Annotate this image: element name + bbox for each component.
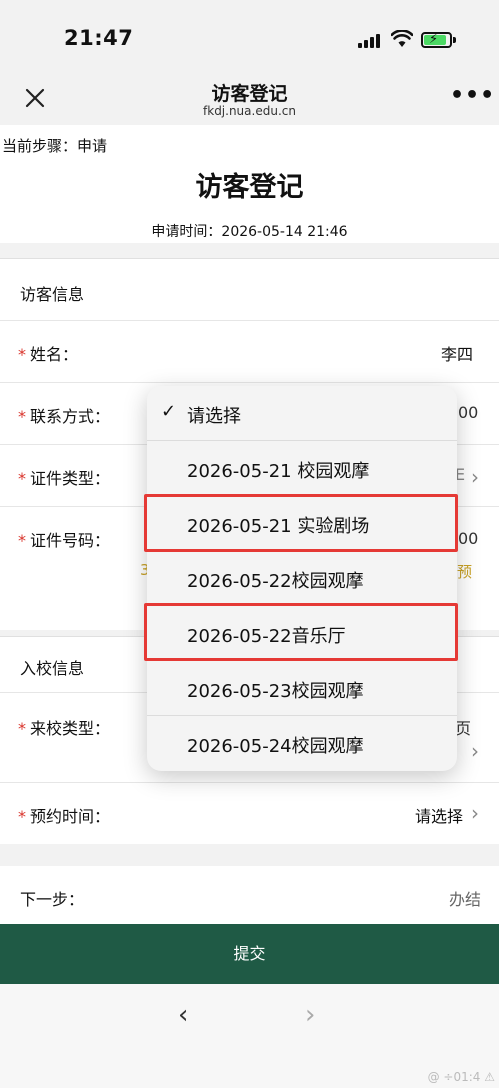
status-time: 21:47 [64, 26, 134, 50]
field-label: * 来校类型： [18, 719, 111, 738]
chevron-right-icon: › [471, 801, 479, 825]
required-mark: * [18, 345, 26, 364]
nav-bar: 访客登记 fkdj.nua.edu.cn ••• [0, 75, 499, 125]
more-options-button[interactable]: ••• [450, 83, 495, 108]
dropdown-option[interactable]: 2026-05-22校园观摩 [147, 551, 457, 606]
wifi-icon [391, 30, 413, 47]
required-mark: * [18, 407, 26, 426]
next-step-value: 办结 [448, 890, 481, 909]
date-dropdown-menu[interactable]: ✓ 请选择 2026-05-21 校园观摩 2026-05-21 实验剧场 20… [147, 386, 457, 771]
section-title: 访客信息 [20, 285, 85, 304]
option-label: 2026-05-23校园观摩 [187, 681, 364, 702]
required-mark: * [18, 469, 26, 488]
option-label: 请选择 [187, 406, 241, 427]
cellular-signal-icon [358, 34, 382, 48]
back-arrow-icon[interactable]: ‹ [178, 1000, 188, 1030]
dropdown-option[interactable]: 2026-05-21 校园观摩 [147, 441, 457, 496]
dropdown-option[interactable]: 2026-05-23校园观摩 [147, 661, 457, 716]
field-label: * 预约时间： [18, 807, 111, 826]
field-label: * 姓名： [18, 345, 79, 364]
nav-url: fkdj.nua.edu.cn [203, 104, 296, 118]
field-reserve-time[interactable]: * 预约时间： 请选择 › [0, 782, 499, 844]
checkmark-icon: ✓ [161, 401, 177, 422]
id-number-note-right: 预 [457, 563, 473, 581]
browser-toolbar: ‹ › @ ÷01:4 ⚠ [0, 984, 499, 1088]
field-label: * 联系方式： [18, 407, 111, 426]
option-label: 2026-05-21 校园观摩 [187, 461, 370, 482]
header-card: 当前步骤：申请 访客登记 申请时间：2026-05-14 21:46 [0, 125, 499, 243]
battery-tip [453, 37, 456, 43]
apply-time: 申请时间：2026-05-14 21:46 [151, 224, 348, 240]
chevron-right-icon: › [471, 739, 479, 763]
required-mark: * [18, 719, 26, 738]
field-label: * 证件号码： [18, 531, 111, 550]
id-number-value-peek: 00 [458, 529, 479, 548]
dropdown-option-placeholder[interactable]: ✓ 请选择 [147, 386, 457, 441]
current-step: 当前步骤：申请 [2, 137, 108, 155]
page-title: 访客登记 [195, 172, 304, 203]
visit-type-value-peek: 页 [455, 719, 472, 738]
field-label: * 证件类型： [18, 469, 111, 488]
watermark: @ ÷01:4 ⚠ [427, 1070, 495, 1084]
chevron-right-icon: › [471, 465, 479, 489]
reserve-time-value: 请选择 [414, 807, 463, 826]
next-step-label: 下一步： [20, 890, 85, 909]
option-label: 2026-05-24校园观摩 [187, 736, 364, 757]
required-mark: * [18, 531, 26, 550]
battery-icon: ⚡ [421, 32, 452, 48]
section-title: 入校信息 [20, 659, 85, 678]
option-label: 2026-05-22校园观摩 [187, 571, 364, 592]
highlight-box-concert-hall [144, 603, 458, 661]
name-value: 李四 [440, 345, 473, 364]
field-name[interactable]: * 姓名： 李四 [0, 320, 499, 382]
submit-button[interactable]: 提交 [0, 924, 499, 984]
section-visitor-info: 访客信息 [0, 258, 499, 320]
next-step-row: 下一步： 办结 [0, 866, 499, 926]
dropdown-option[interactable]: 2026-05-24校园观摩 [147, 716, 457, 771]
forward-arrow-icon[interactable]: › [305, 1000, 315, 1030]
contact-value-peek: 00 [458, 403, 479, 422]
status-bar: 21:47 ⚡ [0, 0, 499, 75]
highlight-box-theater [144, 494, 458, 552]
nav-title: 访客登记 [211, 83, 288, 105]
required-mark: * [18, 807, 26, 826]
